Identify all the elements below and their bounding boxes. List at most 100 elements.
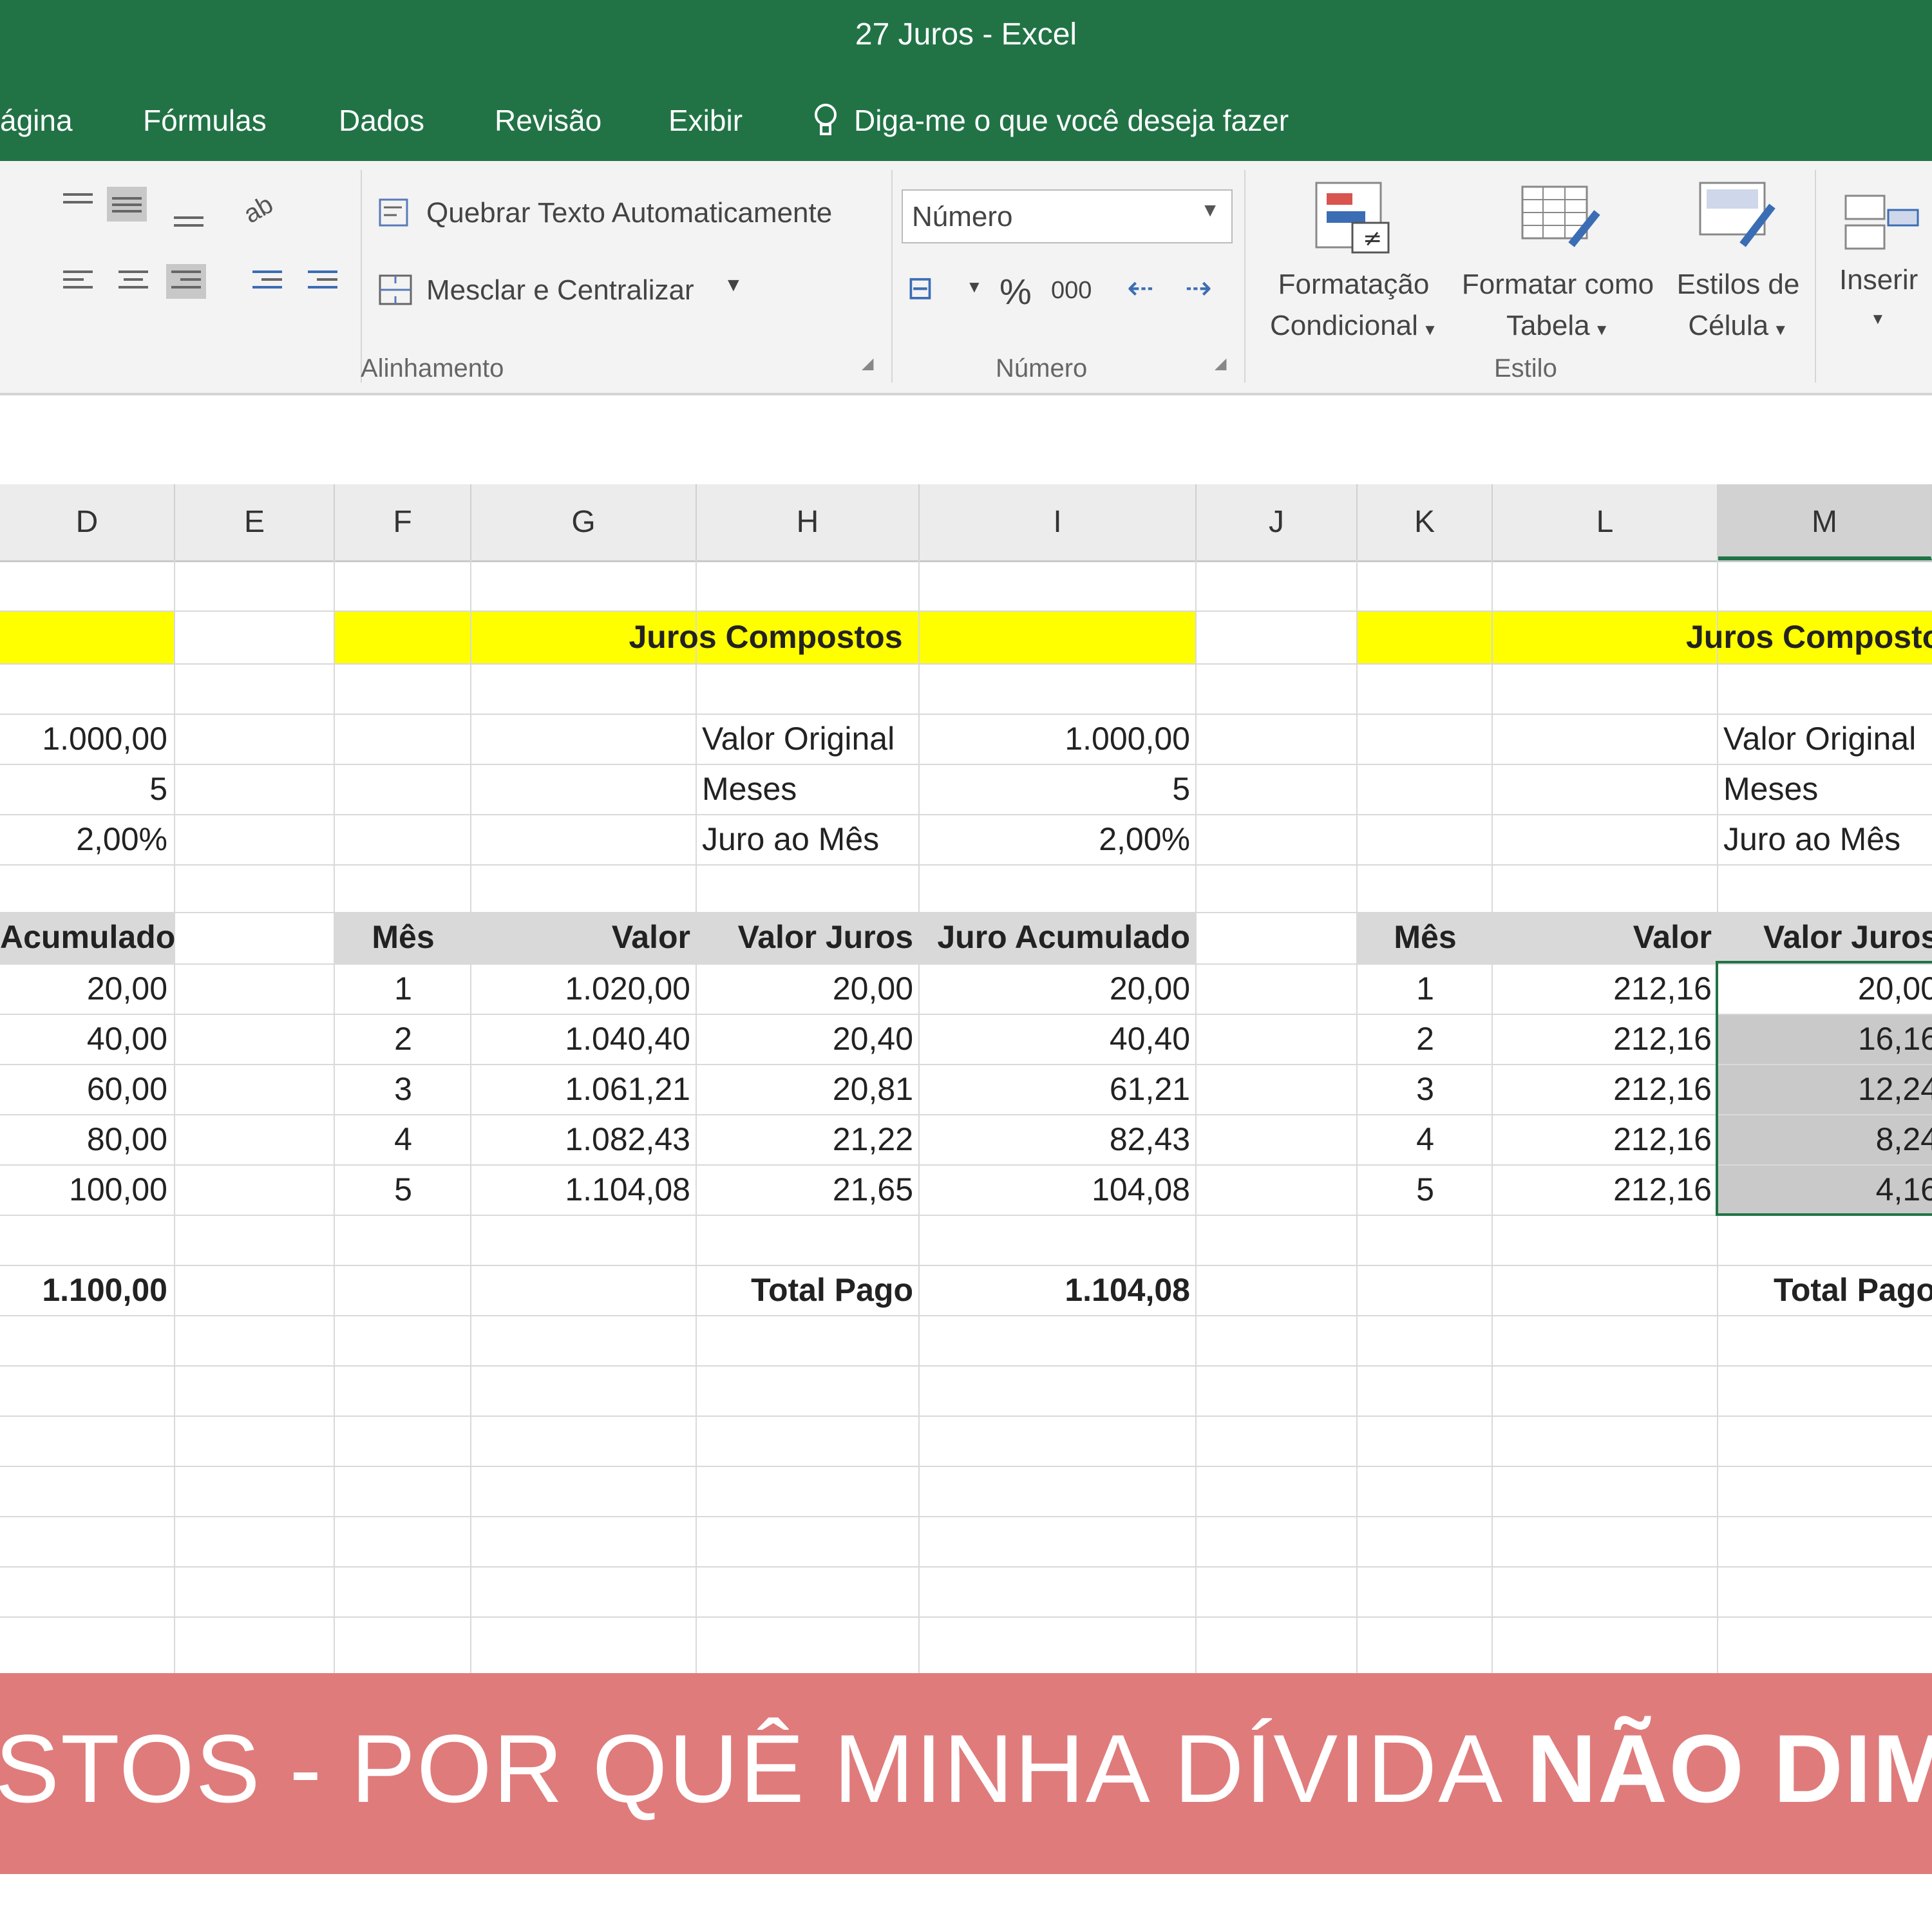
left-row-3[interactable]: 60,00: [0, 1064, 167, 1114]
table-cell[interactable]: 1.082,43: [471, 1114, 690, 1164]
chevron-down-icon[interactable]: ▼: [1870, 310, 1886, 328]
column-header-g[interactable]: G: [471, 484, 697, 560]
left-total[interactable]: 1.100,00: [0, 1265, 167, 1315]
format-table-button[interactable]: Formatar como Tabela ▼: [1452, 264, 1664, 351]
table-cell[interactable]: 20,81: [697, 1064, 913, 1114]
left-row-1[interactable]: 20,00: [0, 963, 167, 1014]
tab-page-layout[interactable]: ágina: [0, 103, 73, 138]
table-cell[interactable]: 1: [335, 963, 471, 1014]
middle-label-rate[interactable]: Juro ao Mês: [702, 814, 921, 864]
tell-me-search[interactable]: Diga-me o que você deseja fazer: [854, 103, 1289, 138]
column-header-d[interactable]: D: [0, 484, 175, 560]
column-header-m[interactable]: M: [1718, 484, 1932, 560]
table-cell[interactable]: 21,65: [697, 1164, 913, 1215]
table-cell[interactable]: 4: [335, 1114, 471, 1164]
tab-review[interactable]: Revisão: [495, 103, 601, 138]
table-cell[interactable]: 2: [1358, 1014, 1493, 1064]
chevron-down-icon[interactable]: ▼: [724, 274, 743, 296]
percent-button[interactable]: %: [999, 270, 1032, 312]
table-cell[interactable]: 212,16: [1493, 1164, 1712, 1215]
middle-total-value[interactable]: 1.104,08: [920, 1265, 1190, 1315]
middle-value-months[interactable]: 5: [920, 764, 1190, 814]
table-cell[interactable]: 212,16: [1493, 1014, 1712, 1064]
table-cell[interactable]: 3: [1358, 1064, 1493, 1114]
table-cell[interactable]: 40,40: [920, 1014, 1190, 1064]
table-cell[interactable]: 212,16: [1493, 963, 1712, 1014]
table-cell[interactable]: 1.040,40: [471, 1014, 690, 1064]
table-cell[interactable]: 2: [335, 1014, 471, 1064]
middle-total-label[interactable]: Total Pago: [697, 1265, 913, 1315]
decrease-indent-icon[interactable]: [247, 264, 287, 299]
left-value-months[interactable]: 5: [0, 764, 167, 814]
thousands-separator-button[interactable]: 000: [1051, 277, 1092, 305]
right-header-interest[interactable]: Valor Juros: [1763, 912, 1932, 962]
decrease-decimal-icon[interactable]: ⇢: [1185, 269, 1212, 307]
middle-value-rate[interactable]: 2,00%: [920, 814, 1190, 864]
column-header-l[interactable]: L: [1493, 484, 1718, 560]
column-header-f[interactable]: F: [335, 484, 471, 560]
right-header-value[interactable]: Valor: [1493, 912, 1712, 962]
align-bottom-icon[interactable]: [169, 200, 209, 234]
insert-button[interactable]: Inserir: [1839, 264, 1918, 296]
dialog-launcher-icon[interactable]: ◢: [1215, 354, 1226, 373]
middle-header-interest[interactable]: Valor Juros: [697, 912, 913, 962]
tab-data[interactable]: Dados: [339, 103, 424, 138]
right-total-label[interactable]: Total Pago: [1774, 1265, 1932, 1315]
left-row-2[interactable]: 40,00: [0, 1014, 167, 1064]
middle-value-original[interactable]: 1.000,00: [920, 714, 1190, 764]
align-center-icon[interactable]: [113, 264, 153, 299]
conditional-format-button[interactable]: Formatação Condicional ▼: [1270, 264, 1437, 351]
dialog-launcher-icon[interactable]: ◢: [862, 354, 873, 373]
left-value-original[interactable]: 1.000,00: [0, 714, 167, 764]
table-cell[interactable]: 3: [335, 1064, 471, 1114]
right-label-original[interactable]: Valor Original: [1723, 714, 1932, 764]
middle-title[interactable]: Juros Compostos: [335, 612, 1197, 662]
chevron-down-icon[interactable]: ▼: [966, 277, 983, 297]
column-header-i[interactable]: I: [920, 484, 1197, 560]
align-right-icon[interactable]: [166, 264, 206, 299]
currency-format-icon[interactable]: ⊟: [907, 269, 934, 307]
cell-styles-button[interactable]: Estilos de Célula ▼: [1671, 264, 1806, 351]
tab-view[interactable]: Exibir: [668, 103, 743, 138]
left-row-5[interactable]: 100,00: [0, 1164, 167, 1215]
right-title[interactable]: Juros Compostos: [1686, 612, 1932, 662]
table-cell[interactable]: 20,00: [697, 963, 913, 1014]
table-cell[interactable]: 1.020,00: [471, 963, 690, 1014]
column-header-j[interactable]: J: [1197, 484, 1358, 560]
table-cell[interactable]: 1.061,21: [471, 1064, 690, 1114]
middle-label-original[interactable]: Valor Original: [702, 714, 921, 764]
align-middle-icon[interactable]: [107, 187, 147, 222]
middle-label-months[interactable]: Meses: [702, 764, 921, 814]
table-cell[interactable]: 212,16: [1493, 1064, 1712, 1114]
table-cell[interactable]: 212,16: [1493, 1114, 1712, 1164]
table-cell[interactable]: 5: [335, 1164, 471, 1215]
column-header-e[interactable]: E: [175, 484, 335, 560]
right-label-months[interactable]: Meses: [1723, 764, 1932, 814]
middle-header-month[interactable]: Mês: [335, 912, 471, 962]
table-cell[interactable]: 21,22: [697, 1114, 913, 1164]
align-top-icon[interactable]: [58, 187, 98, 222]
column-header-k[interactable]: K: [1358, 484, 1493, 560]
align-left-icon[interactable]: [58, 264, 98, 299]
middle-header-accumulated[interactable]: Juro Acumulado: [920, 912, 1190, 962]
right-header-month[interactable]: Mês: [1358, 912, 1493, 962]
wrap-text-button[interactable]: Quebrar Texto Automaticamente: [426, 197, 832, 229]
number-format-dropdown[interactable]: Número ▼: [902, 189, 1233, 243]
worksheet-grid[interactable]: 1.000,00 5 2,00% Acumulado 20,00 40,00 6…: [0, 560, 1932, 1681]
table-cell[interactable]: 61,21: [920, 1064, 1190, 1114]
table-cell[interactable]: 1: [1358, 963, 1493, 1014]
table-cell[interactable]: 20,00: [920, 963, 1190, 1014]
right-label-rate[interactable]: Juro ao Mês: [1723, 814, 1932, 864]
table-cell[interactable]: 4: [1358, 1114, 1493, 1164]
left-row-4[interactable]: 80,00: [0, 1114, 167, 1164]
increase-decimal-icon[interactable]: ⇠: [1127, 269, 1154, 307]
tab-formulas[interactable]: Fórmulas: [143, 103, 267, 138]
orientation-icon[interactable]: ab: [239, 190, 282, 229]
table-cell[interactable]: 104,08: [920, 1164, 1190, 1215]
table-cell[interactable]: 82,43: [920, 1114, 1190, 1164]
merge-center-button[interactable]: Mesclar e Centralizar: [426, 274, 694, 307]
middle-header-value[interactable]: Valor: [471, 912, 690, 962]
increase-indent-icon[interactable]: [303, 264, 343, 299]
column-header-h[interactable]: H: [697, 484, 920, 560]
table-cell[interactable]: 20,40: [697, 1014, 913, 1064]
